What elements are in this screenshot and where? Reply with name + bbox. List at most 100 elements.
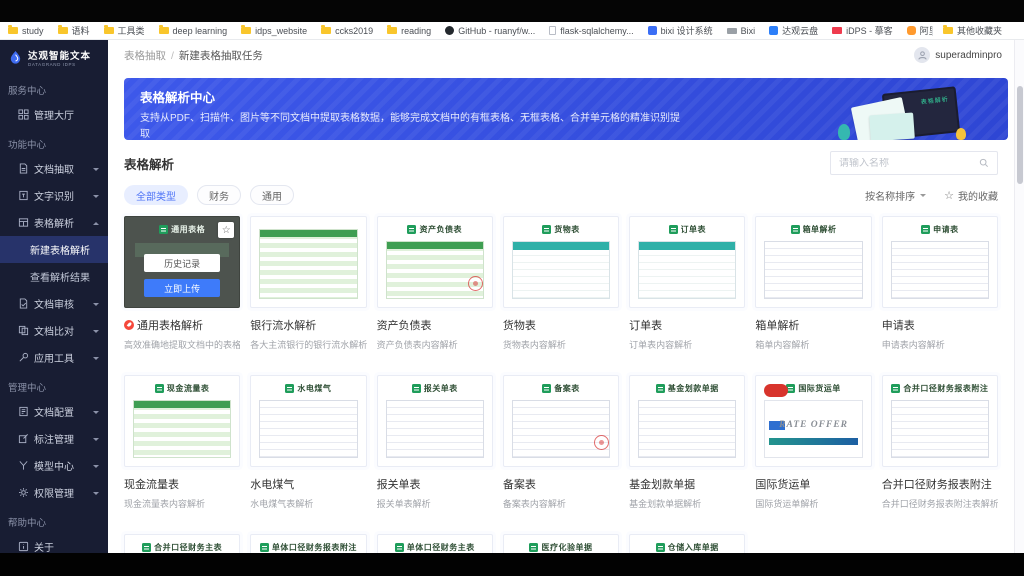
sidebar-item-permission[interactable]: 权限管理	[0, 479, 108, 506]
filter-finance[interactable]: 财务	[197, 185, 241, 205]
bookmark-favicon-icon	[907, 26, 916, 35]
template-thumbnail[interactable]: 现金流量表	[124, 375, 240, 467]
search-icon[interactable]	[979, 158, 989, 168]
filter-general[interactable]: 通用	[250, 185, 294, 205]
template-thumbnail[interactable]: 箱单解析	[755, 216, 871, 308]
template-card[interactable]: 资产负债表 资产负债表 资产负债表内容解析	[377, 216, 493, 351]
excel-icon	[656, 384, 665, 393]
template-card[interactable]: 通用表格 历史记录 立即上传 通用表格解析	[124, 216, 240, 351]
other-bookmarks-button[interactable]: 其他收藏夹	[943, 24, 1002, 37]
bookmarks-divider	[932, 26, 933, 36]
document-panel-graphic	[869, 112, 915, 140]
gear-icon	[18, 487, 29, 498]
template-card[interactable]: 报关单表 报关单表 报关单表解析	[377, 375, 493, 510]
template-thumbnail[interactable]	[250, 216, 366, 308]
bookmark-item[interactable]: 达观云盘	[769, 24, 818, 37]
bookmark-label: reading	[401, 26, 431, 36]
thumbnail-title: 资产负债表	[419, 224, 462, 235]
bookmark-item[interactable]: GitHub - ruanyf/w...	[445, 26, 535, 36]
thumbnail-header: 报关单表	[378, 376, 492, 394]
template-thumbnail[interactable]: 通用表格 历史记录 立即上传	[124, 216, 240, 308]
card-description: 货物表内容解析	[503, 338, 619, 351]
template-card[interactable]: 箱单解析 箱单解析 箱单内容解析	[755, 216, 871, 351]
bookmark-item[interactable]: 阿里云盘	[907, 24, 932, 37]
toolbar-row-filters: 全部类型 财务 通用 按名称排序 我的收藏	[124, 185, 998, 205]
template-thumbnail[interactable]: 申请表	[882, 216, 998, 308]
bookmark-item[interactable]: iDPS - 摹客	[832, 24, 893, 37]
search-box[interactable]	[830, 151, 998, 175]
filter-all-types[interactable]: 全部类型	[124, 185, 188, 205]
template-card[interactable]: 水电煤气 水电煤气 水电煤气表解析	[250, 375, 366, 510]
bookmark-item[interactable]: deep learning	[159, 26, 228, 36]
thumbnail-title: 合并口径财务报表附注	[903, 383, 988, 394]
template-thumbnail[interactable]: 资产负债表	[377, 216, 493, 308]
template-card[interactable]: 申请表 申请表 申请表内容解析	[882, 216, 998, 351]
template-card[interactable]: 国际货运单 RATE OFFER 国际货运单 国际货运单解析	[755, 375, 871, 510]
sidebar-item-app-tools[interactable]: 应用工具	[0, 344, 108, 371]
thumbnail-title: 水电煤气	[297, 383, 331, 394]
bookmark-item[interactable]: reading	[387, 26, 431, 36]
template-card[interactable]: 订单表 订单表 订单表内容解析	[629, 216, 745, 351]
main-content: 表格抽取/新建表格抽取任务 superadminpro 表格解析中心 支持从PD…	[108, 40, 1024, 576]
bookmark-favicon-icon	[727, 28, 737, 34]
template-card[interactable]: 备案表 备案表 备案表内容解析	[503, 375, 619, 510]
sidebar-item-model-center[interactable]: 模型中心	[0, 452, 108, 479]
template-thumbnail[interactable]: 报关单表	[377, 375, 493, 467]
sidebar-item-doc-review[interactable]: 文档审核	[0, 290, 108, 317]
template-thumbnail[interactable]: 基金划款单据	[629, 375, 745, 467]
bookmark-item[interactable]: idps_website	[241, 26, 307, 36]
template-card[interactable]: 合并口径财务报表附注 合并口径财务报表附注 合并口径财务报表附注表解析	[882, 375, 998, 510]
user-menu[interactable]: superadminpro	[914, 47, 1002, 63]
bookmark-item[interactable]: ccks2019	[321, 26, 373, 36]
card-title-row: 报关单表	[377, 476, 493, 492]
sidebar-section-manage: 管理中心	[0, 371, 108, 398]
sidebar-item-doc-extract[interactable]: 文档抽取	[0, 155, 108, 182]
sort-dropdown[interactable]: 按名称排序	[865, 188, 926, 203]
banner-description: 支持从PDF、扫描件、图片等不同文档中提取表格数据，能够完成文档中的有框表格、无…	[140, 111, 685, 140]
bookmark-item[interactable]: Bixi	[727, 26, 756, 36]
bookmark-item[interactable]: flask-sqlalchemy...	[549, 26, 633, 36]
bookmark-item[interactable]: study	[8, 26, 44, 36]
template-thumbnail[interactable]: 合并口径财务报表附注	[882, 375, 998, 467]
sidebar-item-ocr[interactable]: 文字识别	[0, 182, 108, 209]
my-favorites-button[interactable]: 我的收藏	[944, 188, 998, 203]
template-thumbnail[interactable]: 备案表	[503, 375, 619, 467]
template-thumbnail[interactable]: 国际货运单 RATE OFFER	[755, 375, 871, 467]
scrollbar-thumb[interactable]	[1017, 86, 1023, 184]
sidebar-section-function: 功能中心	[0, 128, 108, 155]
bookmark-item[interactable]: bixi 设计系统	[648, 24, 713, 37]
section-title: 表格解析	[124, 154, 174, 173]
template-card[interactable]: 基金划款单据 基金划款单据 基金划款单据解析	[629, 375, 745, 510]
excel-icon	[921, 225, 930, 234]
upload-now-button[interactable]: 立即上传	[144, 279, 220, 297]
sidebar-item-label: 文档审核	[34, 296, 87, 311]
chevron-down-icon	[92, 435, 100, 443]
template-card[interactable]: 现金流量表 现金流量表 现金流量表内容解析	[124, 375, 240, 510]
favorite-star-button[interactable]	[218, 222, 234, 238]
search-input[interactable]	[839, 158, 979, 169]
sidebar-item-hall[interactable]: 管理大厅	[0, 101, 108, 128]
card-description: 现金流量表内容解析	[124, 497, 240, 510]
vertical-scrollbar[interactable]	[1014, 40, 1024, 576]
history-button[interactable]: 历史记录	[144, 254, 220, 272]
sidebar-item-doc-config[interactable]: 文档配置	[0, 398, 108, 425]
sidebar-item-table-parse[interactable]: 表格解析	[0, 209, 108, 236]
bookmark-label: idps_website	[255, 26, 307, 36]
card-description: 备案表内容解析	[503, 497, 619, 510]
card-title: 订单表	[629, 320, 662, 332]
template-card[interactable]: 货物表 货物表 货物表内容解析	[503, 216, 619, 351]
template-thumbnail[interactable]: 订单表	[629, 216, 745, 308]
sidebar-subitem-view-results[interactable]: 查看解析结果	[0, 263, 108, 290]
sidebar-item-annotation[interactable]: 标注管理	[0, 425, 108, 452]
template-thumbnail[interactable]: 货物表	[503, 216, 619, 308]
sidebar-subitem-new-table-parse[interactable]: 新建表格解析	[0, 236, 108, 263]
sidebar-item-doc-compare[interactable]: 文档比对	[0, 317, 108, 344]
app-logo[interactable]: 达观智能文本 DATAGRAND IDPS	[0, 40, 108, 74]
thumbnail-title: 单体口径财务主表	[407, 542, 475, 553]
card-description: 订单表内容解析	[629, 338, 745, 351]
bookmark-item[interactable]: 语料	[58, 24, 90, 37]
bookmark-item[interactable]: 工具类	[104, 24, 145, 37]
template-card[interactable]: 银行流水解析 各大主流银行的银行流水解析	[250, 216, 366, 351]
template-thumbnail[interactable]: 水电煤气	[250, 375, 366, 467]
breadcrumb-root[interactable]: 表格抽取	[124, 50, 166, 62]
